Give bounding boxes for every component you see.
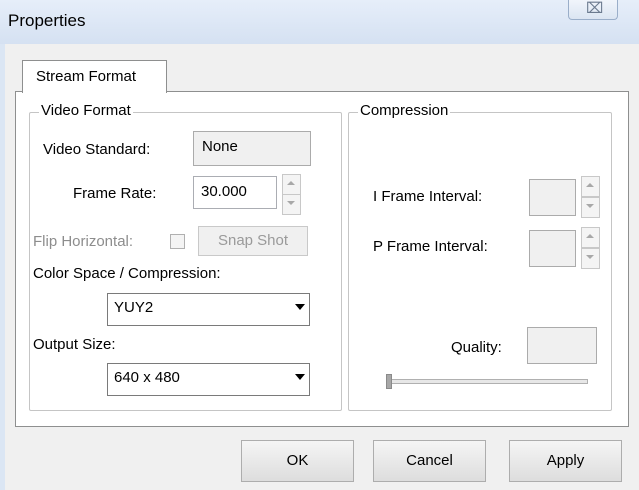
quality-field [527, 327, 597, 364]
p-frame-interval-label: P Frame Interval: [373, 238, 488, 255]
tab-stream-format[interactable]: Stream Format [22, 60, 167, 93]
title-bar: Properties ⌧ [0, 0, 639, 44]
quality-slider-track[interactable] [389, 379, 588, 384]
flip-horizontal-label: Flip Horizontal: [33, 233, 134, 250]
compression-group-label: Compression [358, 102, 451, 119]
flip-horizontal-checkbox[interactable] [170, 234, 185, 249]
cancel-label: Cancel [406, 452, 453, 469]
tab-panel: Video Format Video Standard: None Frame … [15, 91, 629, 427]
frame-rate-spin-up[interactable] [282, 174, 301, 195]
i-frame-spin-down[interactable] [581, 197, 600, 218]
snap-shot-label: Snap Shot [217, 232, 289, 249]
spin-down-icon [586, 204, 594, 208]
frame-rate-spin-down[interactable] [282, 194, 301, 215]
output-size-value: 640 x 480 [114, 369, 180, 386]
frame-rate-label: Frame Rate: [73, 185, 157, 202]
video-format-group: Video Format Video Standard: None Frame … [29, 102, 342, 411]
color-space-select[interactable]: YUY2 [107, 293, 310, 326]
spin-up-icon [287, 181, 295, 185]
spin-up-icon [586, 183, 594, 187]
snap-shot-button[interactable]: Snap Shot [198, 226, 308, 256]
i-frame-interval-label: I Frame Interval: [373, 188, 483, 205]
tab-label: Stream Format [36, 68, 137, 85]
video-standard-label: Video Standard: [43, 141, 151, 158]
color-space-value: YUY2 [114, 299, 154, 316]
quality-label: Quality: [451, 339, 502, 356]
dialog-client-area: Stream Format Video Format Video Standar… [5, 44, 639, 490]
ok-label: OK [286, 452, 309, 469]
cancel-button[interactable]: Cancel [373, 440, 486, 482]
apply-label: Apply [546, 452, 585, 469]
output-size-select[interactable]: 640 x 480 [107, 363, 310, 396]
frame-rate-value: 30.000 [201, 183, 247, 200]
video-format-group-label: Video Format [39, 102, 133, 119]
output-size-dropdown-button[interactable] [290, 364, 309, 395]
spin-up-icon [586, 234, 594, 238]
i-frame-interval-field [529, 179, 576, 216]
color-space-label: Color Space / Compression: [33, 265, 221, 282]
quality-slider-thumb[interactable] [386, 374, 392, 389]
video-standard-value: None [202, 138, 238, 155]
spin-down-icon [287, 201, 295, 205]
p-frame-spin-up[interactable] [581, 227, 600, 248]
apply-button[interactable]: Apply [509, 440, 622, 482]
p-frame-interval-field [529, 230, 576, 267]
dropdown-arrow-icon [295, 304, 305, 310]
spin-down-icon [586, 255, 594, 259]
p-frame-spin-down[interactable] [581, 248, 600, 269]
close-button[interactable]: ⌧ [568, 0, 618, 20]
video-standard-field: None [193, 131, 311, 166]
compression-group: Compression I Frame Interval: P Frame In… [348, 102, 612, 411]
close-icon: ⌧ [586, 0, 604, 17]
ok-button[interactable]: OK [241, 440, 354, 482]
dropdown-arrow-icon [295, 374, 305, 380]
window-title: Properties [8, 11, 86, 30]
output-size-label: Output Size: [33, 336, 116, 353]
i-frame-spin-up[interactable] [581, 176, 600, 197]
frame-rate-input[interactable]: 30.000 [193, 176, 277, 209]
color-space-dropdown-button[interactable] [290, 294, 309, 325]
